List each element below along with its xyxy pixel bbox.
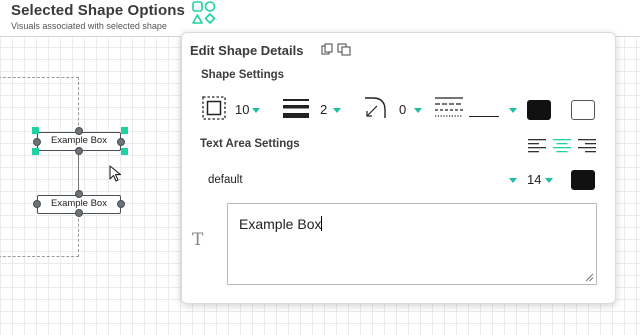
text-area-settings-title: Text Area Settings (200, 138, 300, 150)
page-title: Selected Shape Options (11, 2, 185, 19)
resize-handle-top-left[interactable] (32, 127, 39, 134)
copy-icon[interactable] (321, 43, 333, 55)
border-style-value (469, 116, 499, 117)
align-right-icon[interactable] (578, 138, 596, 154)
shapes-icon[interactable] (191, 1, 217, 27)
padding-dropdown-caret[interactable] (252, 108, 260, 113)
corner-radius-value: 0 (399, 102, 407, 117)
align-center-icon[interactable] (553, 138, 571, 154)
panel-title: Edit Shape Details (190, 43, 304, 58)
shape-label: Example Box (51, 135, 107, 146)
connection-point-top[interactable] (75, 127, 83, 135)
border-width-icon[interactable] (283, 98, 309, 120)
resize-handle-top-right[interactable] (121, 127, 128, 134)
border-style-icon[interactable] (435, 96, 463, 120)
connection-point-right[interactable] (117, 138, 125, 146)
font-size-dropdown-caret[interactable] (545, 178, 553, 183)
resize-handle-bottom-left[interactable] (32, 148, 39, 155)
padding-icon[interactable] (202, 96, 226, 120)
duplicate-icon[interactable] (337, 43, 351, 56)
shape-text-value: Example Box (239, 216, 323, 232)
text-color-swatch[interactable] (571, 170, 595, 190)
resize-grip-icon[interactable] (585, 273, 594, 282)
border-width-value: 2 (320, 102, 328, 117)
resize-handle-bottom-right[interactable] (121, 148, 128, 155)
shape-label: Example Box (51, 198, 107, 209)
corner-radius-icon[interactable] (363, 94, 387, 120)
group-frame[interactable] (0, 77, 79, 257)
text-icon: T (192, 230, 204, 250)
border-width-dropdown-caret[interactable] (333, 108, 341, 113)
mouse-pointer-icon (109, 165, 122, 182)
connection-point-left[interactable] (33, 200, 41, 208)
shape-text-area[interactable]: Example Box (227, 203, 597, 285)
page-subtitle: Visuals associated with selected shape (11, 21, 167, 31)
connection-point-right[interactable] (117, 200, 125, 208)
corner-radius-dropdown-caret[interactable] (414, 108, 422, 113)
font-size-value: 14 (527, 172, 542, 187)
connection-point-left[interactable] (33, 138, 41, 146)
edit-shape-panel: Edit Shape Details Shape Settings 10 2 0 (181, 32, 616, 304)
connector-line (78, 151, 79, 195)
connection-point-top[interactable] (75, 190, 83, 198)
fill-color-swatch[interactable] (571, 100, 595, 120)
panel-title-icons (321, 43, 351, 56)
border-color-swatch[interactable] (527, 100, 551, 120)
align-left-icon[interactable] (528, 138, 546, 154)
shape-settings-title: Shape Settings (201, 69, 285, 81)
connection-point-bottom[interactable] (75, 209, 83, 217)
connection-point-bottom[interactable] (75, 147, 83, 155)
border-style-dropdown-caret[interactable] (509, 108, 517, 113)
font-family-select[interactable]: default (208, 174, 243, 186)
font-family-dropdown-caret[interactable] (509, 178, 517, 183)
padding-value: 10 (235, 102, 250, 117)
